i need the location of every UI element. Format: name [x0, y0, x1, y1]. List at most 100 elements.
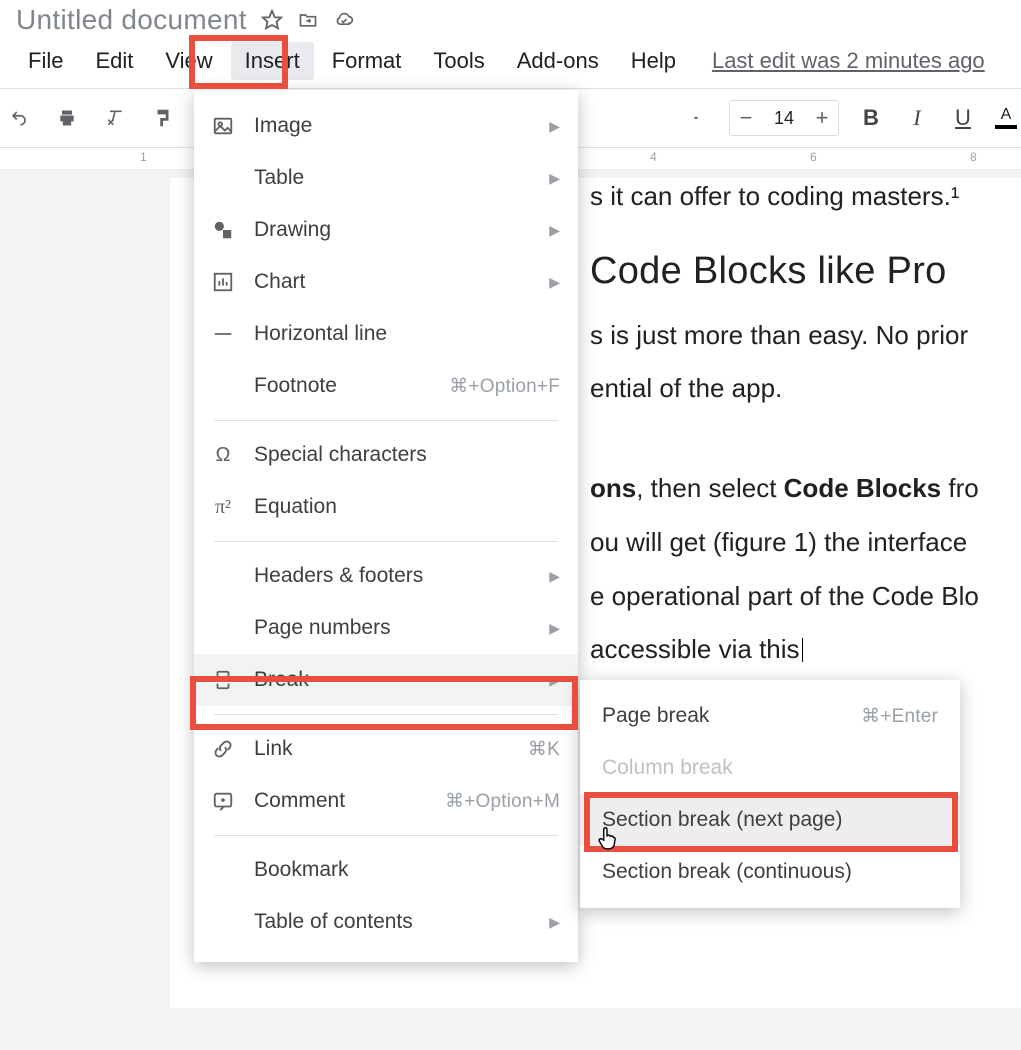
break-column: Column break: [580, 742, 960, 794]
break-icon: [210, 667, 236, 693]
menu-label: Drawing: [254, 218, 531, 242]
menu-label: Horizontal line: [254, 322, 560, 346]
star-icon[interactable]: [261, 9, 283, 31]
document-title[interactable]: Untitled document: [16, 4, 247, 36]
last-edit-link[interactable]: Last edit was 2 minutes ago: [712, 48, 985, 74]
menu-separator: [214, 541, 558, 542]
insert-chart[interactable]: Chart ▶: [194, 256, 578, 308]
menu-label: Bookmark: [254, 858, 560, 882]
doc-text: ential of the app.: [590, 370, 1021, 408]
menu-label: Footnote: [254, 374, 431, 398]
menu-shortcut: ⌘+Option+F: [449, 375, 560, 398]
image-icon: [210, 113, 236, 139]
chart-icon: [210, 269, 236, 295]
insert-comment[interactable]: Comment ⌘+Option+M: [194, 775, 578, 827]
insert-page-numbers[interactable]: Page numbers ▶: [194, 602, 578, 654]
insert-footnote[interactable]: Footnote ⌘+Option+F: [194, 360, 578, 412]
menu-label: Column break: [602, 756, 938, 780]
font-size-increase[interactable]: +: [806, 105, 838, 131]
menu-label: Link: [254, 737, 510, 761]
insert-menu-dropdown: Image ▶ Table ▶ Drawing ▶ Chart ▶ Horizo…: [194, 90, 578, 962]
font-size-decrease[interactable]: −: [730, 105, 762, 131]
menu-edit[interactable]: Edit: [81, 42, 147, 80]
submenu-arrow-icon: ▶: [549, 274, 560, 291]
submenu-arrow-icon: ▶: [549, 914, 560, 931]
insert-break[interactable]: Break ▶: [194, 654, 578, 706]
insert-image[interactable]: Image ▶: [194, 100, 578, 152]
ruler-tick: 1: [140, 150, 147, 164]
insert-table-of-contents[interactable]: Table of contents ▶: [194, 896, 578, 948]
paint-format-icon[interactable]: [148, 103, 178, 133]
menu-label: Special characters: [254, 443, 560, 467]
menu-insert[interactable]: Insert: [231, 42, 314, 80]
link-icon: [210, 736, 236, 762]
insert-headers-footers[interactable]: Headers & footers ▶: [194, 550, 578, 602]
move-folder-icon[interactable]: [297, 9, 319, 31]
menu-help[interactable]: Help: [617, 42, 690, 80]
comment-icon: [210, 788, 236, 814]
undo-icon[interactable]: [4, 103, 34, 133]
text-color-button[interactable]: A: [995, 107, 1017, 129]
menu-label: Section break (next page): [602, 808, 938, 832]
print-icon[interactable]: [52, 103, 82, 133]
insert-equation[interactable]: π² Equation: [194, 481, 578, 533]
insert-drawing[interactable]: Drawing ▶: [194, 204, 578, 256]
drawing-icon: [210, 217, 236, 243]
menu-shortcut: ⌘K: [528, 738, 560, 761]
omega-icon: Ω: [210, 442, 236, 468]
ruler-tick: 4: [650, 150, 657, 164]
insert-horizontal-line[interactable]: Horizontal line: [194, 308, 578, 360]
menu-separator: [214, 835, 558, 836]
menu-file[interactable]: File: [14, 42, 77, 80]
underline-button[interactable]: U: [949, 105, 977, 131]
font-dropdown-arrow-icon[interactable]: [681, 103, 711, 133]
menu-tools[interactable]: Tools: [419, 42, 498, 80]
menu-shortcut: ⌘+Option+M: [445, 790, 560, 813]
font-size-value[interactable]: 14: [762, 108, 806, 129]
clear-format-icon[interactable]: [100, 103, 130, 133]
submenu-arrow-icon: ▶: [549, 222, 560, 239]
ruler-tick: 6: [810, 150, 817, 164]
menu-label: Chart: [254, 270, 531, 294]
menu-addons[interactable]: Add-ons: [503, 42, 613, 80]
insert-link[interactable]: Link ⌘K: [194, 723, 578, 775]
italic-button[interactable]: I: [903, 105, 931, 131]
blank-icon: [210, 563, 236, 589]
text-color-swatch: [995, 125, 1017, 129]
menu-view[interactable]: View: [151, 42, 226, 80]
blank-icon: [210, 857, 236, 883]
menu-label: Comment: [254, 789, 427, 813]
font-size-control: − 14 +: [729, 100, 839, 136]
doc-text: e operational part of the Code Blo: [590, 578, 1021, 616]
menu-label: Break: [254, 668, 531, 692]
submenu-arrow-icon: ▶: [549, 620, 560, 637]
insert-special-characters[interactable]: Ω Special characters: [194, 429, 578, 481]
insert-bookmark[interactable]: Bookmark: [194, 844, 578, 896]
submenu-arrow-icon: ▶: [549, 568, 560, 585]
menu-format[interactable]: Format: [318, 42, 416, 80]
menu-label: Page numbers: [254, 616, 531, 640]
ruler-tick: 8: [970, 150, 977, 164]
blank-icon: [210, 165, 236, 191]
menu-label: Headers & footers: [254, 564, 531, 588]
break-submenu: Page break ⌘+Enter Column break Section …: [580, 680, 960, 908]
insert-table[interactable]: Table ▶: [194, 152, 578, 204]
break-section-continuous[interactable]: Section break (continuous): [580, 846, 960, 898]
cloud-status-icon[interactable]: [333, 9, 355, 31]
submenu-arrow-icon: ▶: [549, 672, 560, 689]
doc-text: ou will get (figure 1) the interface: [590, 524, 1021, 562]
doc-text: ons, then select Code Blocks fro: [590, 470, 1021, 508]
blank-icon: [210, 909, 236, 935]
doc-heading: Code Blocks like Pro: [590, 244, 1021, 299]
break-page[interactable]: Page break ⌘+Enter: [580, 690, 960, 742]
hline-icon: [210, 321, 236, 347]
doc-text: s is just more than easy. No prior: [590, 317, 1021, 355]
break-section-next-page[interactable]: Section break (next page): [580, 794, 960, 846]
menu-separator: [214, 420, 558, 421]
submenu-arrow-icon: ▶: [549, 170, 560, 187]
submenu-arrow-icon: ▶: [549, 118, 560, 135]
bold-button[interactable]: B: [857, 105, 885, 131]
doc-text: accessible via this: [590, 631, 1021, 669]
doc-text: s it can offer to coding masters.¹: [590, 178, 1021, 216]
menu-label: Page break: [602, 704, 843, 728]
